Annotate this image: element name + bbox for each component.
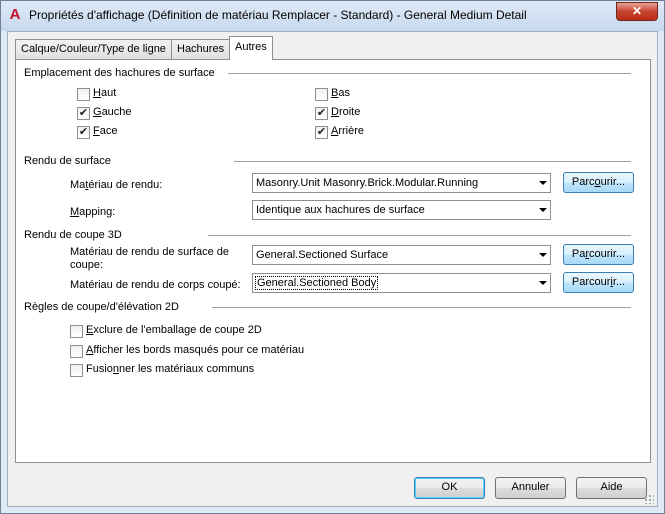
checkbox-label-merge-common-materials: Fusionner les matériaux communs	[86, 363, 255, 375]
mapping-dropdown[interactable]: Identique aux hachures de surface	[252, 200, 551, 220]
help-button[interactable]: Aide	[576, 477, 647, 499]
label-mapping: Mapping:	[70, 206, 116, 218]
chevron-down-icon	[539, 253, 547, 257]
checkbox-label-top: Haut	[93, 87, 117, 99]
group-title-surface-render: Rendu de surface	[24, 155, 111, 167]
checkbox-label-bottom: Bas	[331, 87, 350, 99]
render-material-value: Masonry.Unit Masonry.Brick.Modular.Runni…	[256, 177, 479, 189]
label-section-body-material: Matériau de rendu de corps coupé:	[70, 279, 241, 291]
dialog-client: Calque/Couleur/Type de ligne Hachures Au…	[7, 31, 658, 507]
group-title-section-render: Rendu de coupe 3D	[24, 229, 122, 241]
tab-layer-color-linetype[interactable]: Calque/Couleur/Type de ligne	[15, 39, 172, 59]
resize-grip[interactable]	[644, 494, 654, 504]
section-body-material-value: General.Sectioned Body	[255, 276, 379, 290]
checkbox-label-back: Arrière	[331, 125, 365, 137]
checkbox-label-exclude-2d-shrinkwrap: Exclure de l'emballage de coupe 2D	[86, 324, 262, 336]
close-button[interactable]: ✕	[616, 2, 658, 21]
checkbox-front[interactable]: ✔	[77, 126, 90, 139]
checkbox-label-front: Face	[93, 125, 118, 137]
checkbox-label-right: Droite	[331, 106, 361, 118]
tab-hatching[interactable]: Hachures	[171, 39, 231, 59]
section-surface-material-value: General.Sectioned Surface	[256, 249, 389, 261]
checkbox-show-hidden-edges[interactable]	[70, 345, 83, 358]
chevron-down-icon	[539, 208, 547, 212]
group-divider	[212, 307, 631, 308]
checkbox-left[interactable]: ✔	[77, 107, 90, 120]
tab-other[interactable]: Autres	[229, 36, 273, 60]
group-divider	[228, 73, 631, 74]
label-section-surface-material: Matériau de rendu de surface de coupe:	[70, 246, 229, 271]
dialog-window: A Propriétés d'affichage (Définition de …	[0, 0, 665, 514]
checkbox-top[interactable]	[77, 88, 90, 101]
title-bar[interactable]: A Propriétés d'affichage (Définition de …	[1, 1, 664, 31]
window-title: Propriétés d'affichage (Définition de ma…	[29, 8, 527, 22]
group-title-2d-rules: Règles de coupe/d'élévation 2D	[24, 301, 179, 313]
browse-section-body-button[interactable]: Parcourir...	[563, 272, 634, 293]
checkbox-label-left: Gauche	[93, 106, 132, 118]
chevron-down-icon	[539, 181, 547, 185]
checkbox-exclude-2d-shrinkwrap[interactable]	[70, 325, 83, 338]
chevron-down-icon	[539, 281, 547, 285]
browse-section-surface-button[interactable]: Parcourir...	[563, 244, 634, 265]
render-material-dropdown[interactable]: Masonry.Unit Masonry.Brick.Modular.Runni…	[252, 173, 551, 193]
group-title-surface-hatch: Emplacement des hachures de surface	[24, 67, 215, 79]
group-divider	[234, 161, 631, 162]
group-divider	[208, 235, 631, 236]
mapping-value: Identique aux hachures de surface	[256, 204, 425, 216]
browse-render-material-button[interactable]: Parcourir...	[563, 172, 634, 193]
tab-panel-other: Emplacement des hachures de surface Haut…	[15, 59, 651, 463]
checkbox-back[interactable]: ✔	[315, 126, 328, 139]
section-surface-material-dropdown[interactable]: General.Sectioned Surface	[252, 245, 551, 265]
ok-button[interactable]: OK	[414, 477, 485, 499]
autocad-logo-icon: A	[9, 6, 21, 23]
checkbox-right[interactable]: ✔	[315, 107, 328, 120]
cancel-button[interactable]: Annuler	[495, 477, 566, 499]
label-render-material: Matériau de rendu:	[70, 179, 163, 191]
checkbox-label-show-hidden-edges: Afficher les bords masqués pour ce matér…	[86, 344, 305, 356]
section-body-material-dropdown[interactable]: General.Sectioned Body	[252, 273, 551, 293]
checkbox-bottom[interactable]	[315, 88, 328, 101]
checkbox-merge-common-materials[interactable]	[70, 364, 83, 377]
